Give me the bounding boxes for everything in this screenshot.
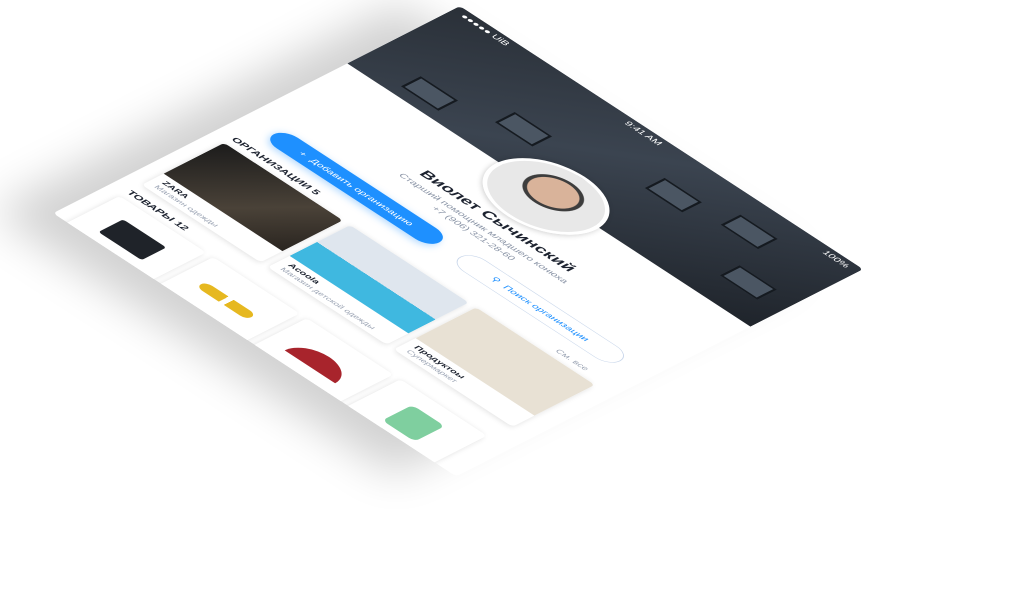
cover-window: [400, 76, 459, 111]
product-name: Зонт: [234, 359, 263, 377]
product-brand: Bag: [57, 233, 76, 245]
product-rating-bar: [141, 300, 173, 321]
product-rating-bar: [328, 422, 360, 444]
product-tag: [196, 336, 218, 350]
stage: ●●●●● UiB 9:41 AM 100% Виолет Сычинский …: [0, 0, 1032, 607]
phone-screen: ●●●●● UiB 9:41 AM 100% Виолет Сычинский …: [53, 6, 864, 477]
product-rating-bar: [53, 239, 80, 260]
plus-icon: +: [296, 149, 311, 158]
product-tag: [103, 275, 124, 289]
cover-window: [719, 265, 778, 300]
product-name: Сумка-рюк: [328, 420, 383, 455]
product-brand: Bag: [337, 416, 357, 428]
search-icon: ⚲: [488, 275, 504, 285]
product-name: Сумка: [53, 237, 82, 259]
product-brand: Sun: [150, 294, 170, 306]
product-brand: Rain: [244, 355, 266, 369]
product-rating-bar: [234, 361, 267, 383]
cover-window: [494, 112, 553, 147]
cover-window: [644, 177, 703, 213]
